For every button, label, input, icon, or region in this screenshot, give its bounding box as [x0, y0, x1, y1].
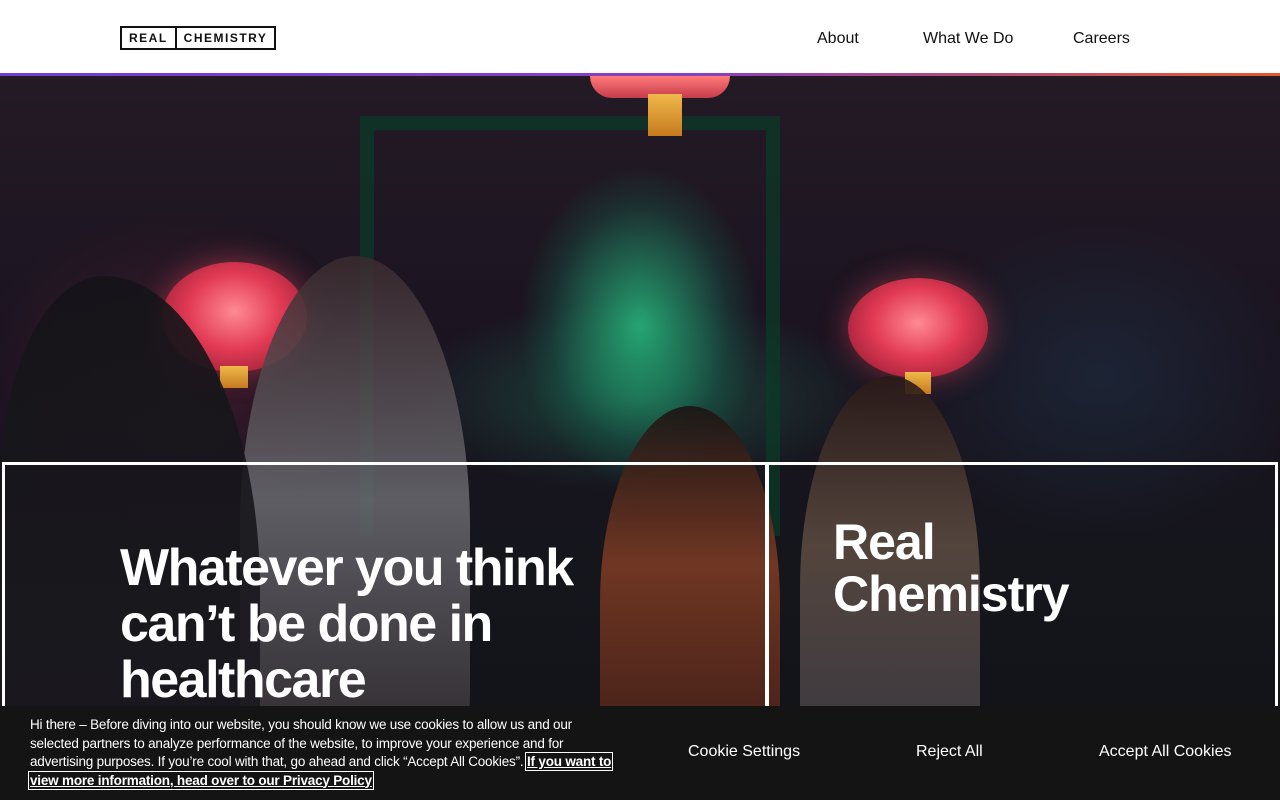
- real-chemistry-logo[interactable]: REAL CHEMISTRY: [120, 26, 277, 50]
- cookie-settings-button[interactable]: Cookie Settings: [688, 743, 800, 761]
- logo-word-chemistry: CHEMISTRY: [174, 28, 275, 48]
- nav-about[interactable]: About: [817, 30, 859, 48]
- hero-frame-divider: [765, 462, 769, 724]
- logo-word-real: REAL: [129, 31, 168, 45]
- nav-what-we-do[interactable]: What We Do: [923, 30, 1013, 48]
- nav-careers[interactable]: Careers: [1073, 30, 1130, 48]
- lantern-tassel-left: [220, 366, 248, 388]
- cookie-banner: Hi there – Before diving into our websit…: [0, 706, 1280, 800]
- red-lantern-right: [848, 278, 988, 378]
- cookie-message: Hi there – Before diving into our websit…: [27, 716, 620, 790]
- accept-all-cookies-button[interactable]: Accept All Cookies: [1099, 743, 1232, 761]
- site-header: REAL CHEMISTRY About What We Do Careers: [0, 0, 1280, 74]
- lantern-tassel: [648, 94, 682, 136]
- hero-brand-title: Real Chemistry: [833, 514, 1070, 622]
- reject-all-button[interactable]: Reject All: [916, 743, 983, 761]
- cookie-text: Hi there – Before diving into our websit…: [30, 717, 572, 769]
- hero-headline: Whatever you think can’t be done in heal…: [120, 539, 574, 709]
